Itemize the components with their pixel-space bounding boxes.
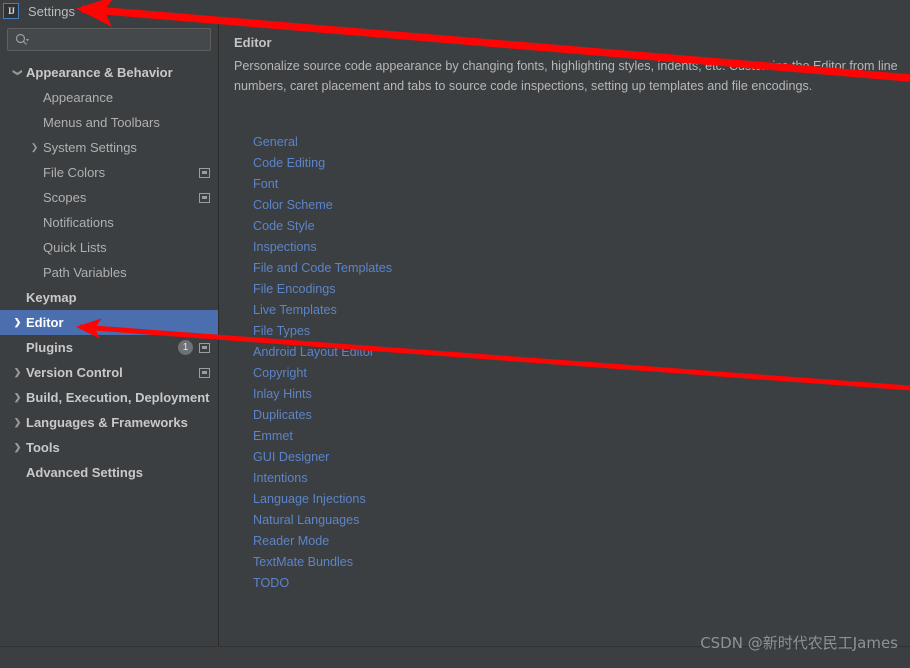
search-box[interactable] xyxy=(7,28,211,51)
sidebar-item-label: Keymap xyxy=(26,290,77,305)
link-file-encodings[interactable]: File Encodings xyxy=(253,279,392,300)
search-area xyxy=(0,22,218,51)
sidebar-item-plugins[interactable]: Plugins 1 xyxy=(0,335,218,360)
sidebar-item-label: Path Variables xyxy=(43,265,127,280)
chevron-right-icon[interactable]: ❯ xyxy=(9,417,26,428)
link-language-injections[interactable]: Language Injections xyxy=(253,489,392,510)
plugins-update-badge: 1 xyxy=(178,340,193,355)
sidebar-item-label: Version Control xyxy=(26,365,123,380)
sidebar-item-label: Advanced Settings xyxy=(26,465,144,480)
link-general[interactable]: General xyxy=(253,132,392,153)
sidebar-item-path-variables[interactable]: Path Variables xyxy=(0,260,218,285)
sidebar-item-build-execution-deployment[interactable]: ❯ Build, Execution, Deployment xyxy=(0,385,218,410)
sidebar-item-file-colors[interactable]: File Colors xyxy=(0,160,218,185)
link-code-editing[interactable]: Code Editing xyxy=(253,153,392,174)
window-title: Settings xyxy=(28,3,75,19)
link-code-style[interactable]: Code Style xyxy=(253,216,392,237)
sidebar-item-indicators xyxy=(199,367,210,378)
project-level-settings-icon xyxy=(199,367,210,378)
sidebar-item-label: Languages & Frameworks xyxy=(26,415,188,430)
title-bar: IJ Settings xyxy=(0,0,910,22)
search-icon xyxy=(15,33,29,47)
sidebar-item-quick-lists[interactable]: Quick Lists xyxy=(0,235,218,260)
sidebar-item-label: File Colors xyxy=(43,165,106,180)
chevron-down-icon[interactable]: ❯ xyxy=(12,64,23,81)
sidebar-item-label: Quick Lists xyxy=(43,240,107,255)
link-file-and-code-templates[interactable]: File and Code Templates xyxy=(253,258,392,279)
chevron-right-icon[interactable]: ❯ xyxy=(26,142,43,153)
sidebar-item-appearance[interactable]: Appearance xyxy=(0,85,218,110)
sidebar-item-version-control[interactable]: ❯ Version Control xyxy=(0,360,218,385)
link-font[interactable]: Font xyxy=(253,174,392,195)
sidebar-item-notifications[interactable]: Notifications xyxy=(0,210,218,235)
settings-sidebar: ❯ Appearance & Behavior Appearance Menus an… xyxy=(0,22,219,646)
sidebar-item-label: Build, Execution, Deployment xyxy=(26,390,210,405)
sidebar-item-label: Menus and Toolbars xyxy=(43,115,160,130)
settings-dialog: IJ Settings ❯ Appearance & Behavior Appear… xyxy=(0,0,910,668)
sidebar-item-indicators xyxy=(199,192,210,203)
sidebar-item-languages-frameworks[interactable]: ❯ Languages & Frameworks xyxy=(0,410,218,435)
link-copyright[interactable]: Copyright xyxy=(253,363,392,384)
sidebar-item-indicators xyxy=(199,167,210,178)
chevron-right-icon[interactable]: ❯ xyxy=(9,392,26,403)
sidebar-item-label: Editor xyxy=(26,315,64,330)
page-description: Personalize source code appearance by ch… xyxy=(234,59,898,93)
sidebar-item-label: System Settings xyxy=(43,140,137,155)
chevron-right-icon[interactable]: ❯ xyxy=(9,367,26,378)
editor-subpage-links: General Code Editing Font Color Scheme Code … xyxy=(253,132,392,594)
sidebar-item-editor[interactable]: ❯ Editor xyxy=(0,310,218,335)
link-inlay-hints[interactable]: Inlay Hints xyxy=(253,384,392,405)
link-intentions[interactable]: Intentions xyxy=(253,468,392,489)
sidebar-item-label: Appearance xyxy=(43,90,114,105)
link-natural-languages[interactable]: Natural Languages xyxy=(253,510,392,531)
page-title: Editor xyxy=(234,35,272,50)
link-emmet[interactable]: Emmet xyxy=(253,426,392,447)
link-textmate-bundles[interactable]: TextMate Bundles xyxy=(253,552,392,573)
sidebar-item-system-settings[interactable]: ❯ System Settings xyxy=(0,135,218,160)
link-live-templates[interactable]: Live Templates xyxy=(253,300,392,321)
sidebar-item-indicators: 1 xyxy=(178,340,210,355)
sidebar-item-label: Appearance & Behavior xyxy=(26,65,173,80)
sidebar-item-tools[interactable]: ❯ Tools xyxy=(0,435,218,460)
sidebar-item-label: Scopes xyxy=(43,190,87,205)
search-input[interactable] xyxy=(33,32,183,47)
sidebar-item-keymap[interactable]: Keymap xyxy=(0,285,218,310)
sidebar-item-advanced-settings[interactable]: Advanced Settings xyxy=(0,460,218,485)
project-level-settings-icon xyxy=(199,342,210,353)
link-color-scheme[interactable]: Color Scheme xyxy=(253,195,392,216)
intellij-idea-icon: IJ xyxy=(3,3,19,19)
sidebar-item-appearance-behavior[interactable]: ❯ Appearance & Behavior xyxy=(0,60,218,85)
sidebar-item-label: Notifications xyxy=(43,215,114,230)
link-todo[interactable]: TODO xyxy=(253,573,392,594)
project-level-settings-icon xyxy=(199,192,210,203)
settings-tree: ❯ Appearance & Behavior Appearance Menus an… xyxy=(0,60,218,485)
sidebar-item-label: Plugins xyxy=(26,340,73,355)
sidebar-item-label: Tools xyxy=(26,440,60,455)
link-inspections[interactable]: Inspections xyxy=(253,237,392,258)
link-reader-mode[interactable]: Reader Mode xyxy=(253,531,392,552)
content-panel: Editor Personalize source code appearanc… xyxy=(220,22,910,646)
link-file-types[interactable]: File Types xyxy=(253,321,392,342)
sidebar-item-scopes[interactable]: Scopes xyxy=(0,185,218,210)
chevron-right-icon[interactable]: ❯ xyxy=(9,442,26,453)
link-android-layout-editor[interactable]: Android Layout Editor xyxy=(253,342,392,363)
sidebar-item-menus-and-toolbars[interactable]: Menus and Toolbars xyxy=(0,110,218,135)
chevron-right-icon[interactable]: ❯ xyxy=(9,317,26,328)
dialog-footer xyxy=(0,646,910,668)
project-level-settings-icon xyxy=(199,167,210,178)
link-duplicates[interactable]: Duplicates xyxy=(253,405,392,426)
link-gui-designer[interactable]: GUI Designer xyxy=(253,447,392,468)
